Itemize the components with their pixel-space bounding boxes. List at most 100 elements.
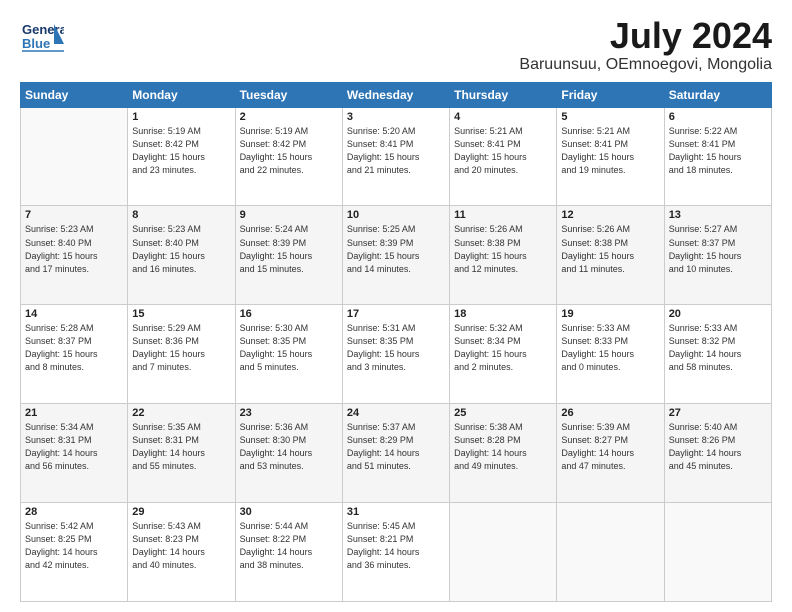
calendar-table: Sunday Monday Tuesday Wednesday Thursday… bbox=[20, 82, 772, 602]
day-number: 21 bbox=[25, 407, 123, 419]
calendar-week-row: 1Sunrise: 5:19 AMSunset: 8:42 PMDaylight… bbox=[21, 107, 772, 206]
day-number: 18 bbox=[454, 308, 552, 320]
col-tuesday: Tuesday bbox=[235, 82, 342, 107]
day-detail: Sunrise: 5:42 AMSunset: 8:25 PMDaylight:… bbox=[25, 520, 123, 572]
table-row: 14 Sunrise: 5:28 AMSunset: 8:37 PMDayligh… bbox=[21, 305, 128, 404]
table-row: 28Sunrise: 5:42 AMSunset: 8:25 PMDayligh… bbox=[21, 503, 128, 602]
day-number: 2 bbox=[240, 111, 338, 123]
subtitle: Baruunsuu, OEmnoegovi, Mongolia bbox=[519, 56, 772, 74]
table-row: 29Sunrise: 5:43 AMSunset: 8:23 PMDayligh… bbox=[128, 503, 235, 602]
day-number: 11 bbox=[454, 209, 552, 221]
day-detail: Sunrise: 5:37 AMSunset: 8:29 PMDaylight:… bbox=[347, 421, 445, 473]
day-number: 30 bbox=[240, 506, 338, 518]
table-row: 7 Sunrise: 5:23 AMSunset: 8:40 PMDaylight… bbox=[21, 206, 128, 305]
table-row: 10 Sunrise: 5:25 AMSunset: 8:39 PMDayligh… bbox=[342, 206, 449, 305]
calendar-week-row: 28Sunrise: 5:42 AMSunset: 8:25 PMDayligh… bbox=[21, 503, 772, 602]
day-number: 5 bbox=[561, 111, 659, 123]
day-detail: Sunrise: 5:20 AMSunset: 8:41 PMDaylight:… bbox=[347, 125, 445, 177]
table-row: 16 Sunrise: 5:30 AMSunset: 8:35 PMDayligh… bbox=[235, 305, 342, 404]
col-thursday: Thursday bbox=[450, 82, 557, 107]
table-row: 21 Sunrise: 5:34 AMSunset: 8:31 PMDayligh… bbox=[21, 404, 128, 503]
table-row: 30 Sunrise: 5:44 AMSunset: 8:22 PMDayligh… bbox=[235, 503, 342, 602]
title-section: July 2024 Baruunsuu, OEmnoegovi, Mongoli… bbox=[519, 16, 772, 74]
day-number: 22 bbox=[132, 407, 230, 419]
table-row: 3 Sunrise: 5:20 AMSunset: 8:41 PMDaylight… bbox=[342, 107, 449, 206]
logo-icon: General Blue bbox=[20, 16, 64, 60]
day-detail: Sunrise: 5:39 AMSunset: 8:27 PMDaylight:… bbox=[561, 421, 659, 473]
table-row: 2 Sunrise: 5:19 AMSunset: 8:42 PMDaylight… bbox=[235, 107, 342, 206]
table-row: 6Sunrise: 5:22 AMSunset: 8:41 PMDaylight… bbox=[664, 107, 771, 206]
day-detail: Sunrise: 5:22 AMSunset: 8:41 PMDaylight:… bbox=[669, 125, 767, 177]
table-row: 11Sunrise: 5:26 AMSunset: 8:38 PMDayligh… bbox=[450, 206, 557, 305]
table-row: 23Sunrise: 5:36 AMSunset: 8:30 PMDayligh… bbox=[235, 404, 342, 503]
table-row: 1Sunrise: 5:19 AMSunset: 8:42 PMDaylight… bbox=[128, 107, 235, 206]
day-detail: Sunrise: 5:29 AMSunset: 8:36 PMDaylight:… bbox=[132, 322, 230, 374]
table-row: 19 Sunrise: 5:33 AMSunset: 8:33 PMDayligh… bbox=[557, 305, 664, 404]
table-row: 17 Sunrise: 5:31 AMSunset: 8:35 PMDayligh… bbox=[342, 305, 449, 404]
day-number: 17 bbox=[347, 308, 445, 320]
day-detail: Sunrise: 5:34 AMSunset: 8:31 PMDaylight:… bbox=[25, 421, 123, 473]
calendar-week-row: 21 Sunrise: 5:34 AMSunset: 8:31 PMDayligh… bbox=[21, 404, 772, 503]
table-row bbox=[21, 107, 128, 206]
day-detail: Sunrise: 5:26 AMSunset: 8:38 PMDaylight:… bbox=[561, 223, 659, 275]
day-detail: Sunrise: 5:38 AMSunset: 8:28 PMDaylight:… bbox=[454, 421, 552, 473]
day-number: 8 bbox=[132, 209, 230, 221]
table-row bbox=[450, 503, 557, 602]
day-number: 7 bbox=[25, 209, 123, 221]
day-detail: Sunrise: 5:27 AMSunset: 8:37 PMDaylight:… bbox=[669, 223, 767, 275]
day-detail: Sunrise: 5:33 AMSunset: 8:32 PMDaylight:… bbox=[669, 322, 767, 374]
calendar-week-row: 7 Sunrise: 5:23 AMSunset: 8:40 PMDaylight… bbox=[21, 206, 772, 305]
day-number: 4 bbox=[454, 111, 552, 123]
day-number: 29 bbox=[132, 506, 230, 518]
day-number: 31 bbox=[347, 506, 445, 518]
day-number: 14 bbox=[25, 308, 123, 320]
day-number: 15 bbox=[132, 308, 230, 320]
day-number: 12 bbox=[561, 209, 659, 221]
day-detail: Sunrise: 5:21 AMSunset: 8:41 PMDaylight:… bbox=[454, 125, 552, 177]
day-number: 20 bbox=[669, 308, 767, 320]
table-row: 31 Sunrise: 5:45 AMSunset: 8:21 PMDayligh… bbox=[342, 503, 449, 602]
day-number: 16 bbox=[240, 308, 338, 320]
day-detail: Sunrise: 5:30 AMSunset: 8:35 PMDaylight:… bbox=[240, 322, 338, 374]
col-saturday: Saturday bbox=[664, 82, 771, 107]
day-detail: Sunrise: 5:44 AMSunset: 8:22 PMDaylight:… bbox=[240, 520, 338, 572]
day-number: 9 bbox=[240, 209, 338, 221]
calendar-week-row: 14 Sunrise: 5:28 AMSunset: 8:37 PMDayligh… bbox=[21, 305, 772, 404]
logo: General Blue bbox=[20, 16, 64, 60]
page: General Blue July 2024 Baruunsuu, OEmnoe… bbox=[0, 0, 792, 612]
day-detail: Sunrise: 5:21 AMSunset: 8:41 PMDaylight:… bbox=[561, 125, 659, 177]
table-row bbox=[664, 503, 771, 602]
day-number: 26 bbox=[561, 407, 659, 419]
day-detail: Sunrise: 5:19 AMSunset: 8:42 PMDaylight:… bbox=[240, 125, 338, 177]
day-detail: Sunrise: 5:28 AMSunset: 8:37 PMDaylight:… bbox=[25, 322, 123, 374]
day-detail: Sunrise: 5:25 AMSunset: 8:39 PMDaylight:… bbox=[347, 223, 445, 275]
svg-text:Blue: Blue bbox=[22, 36, 50, 51]
table-row: 4 Sunrise: 5:21 AMSunset: 8:41 PMDaylight… bbox=[450, 107, 557, 206]
col-wednesday: Wednesday bbox=[342, 82, 449, 107]
day-detail: Sunrise: 5:24 AMSunset: 8:39 PMDaylight:… bbox=[240, 223, 338, 275]
day-number: 13 bbox=[669, 209, 767, 221]
table-row: 26 Sunrise: 5:39 AMSunset: 8:27 PMDayligh… bbox=[557, 404, 664, 503]
table-row: 9 Sunrise: 5:24 AMSunset: 8:39 PMDaylight… bbox=[235, 206, 342, 305]
table-row: 22 Sunrise: 5:35 AMSunset: 8:31 PMDayligh… bbox=[128, 404, 235, 503]
day-number: 19 bbox=[561, 308, 659, 320]
day-detail: Sunrise: 5:32 AMSunset: 8:34 PMDaylight:… bbox=[454, 322, 552, 374]
day-detail: Sunrise: 5:23 AMSunset: 8:40 PMDaylight:… bbox=[25, 223, 123, 275]
day-number: 10 bbox=[347, 209, 445, 221]
table-row: 15 Sunrise: 5:29 AMSunset: 8:36 PMDayligh… bbox=[128, 305, 235, 404]
col-monday: Monday bbox=[128, 82, 235, 107]
day-detail: Sunrise: 5:33 AMSunset: 8:33 PMDaylight:… bbox=[561, 322, 659, 374]
table-row: 5 Sunrise: 5:21 AMSunset: 8:41 PMDaylight… bbox=[557, 107, 664, 206]
table-row: 24Sunrise: 5:37 AMSunset: 8:29 PMDayligh… bbox=[342, 404, 449, 503]
table-row: 27Sunrise: 5:40 AMSunset: 8:26 PMDayligh… bbox=[664, 404, 771, 503]
day-number: 3 bbox=[347, 111, 445, 123]
table-row: 13 Sunrise: 5:27 AMSunset: 8:37 PMDayligh… bbox=[664, 206, 771, 305]
day-detail: Sunrise: 5:35 AMSunset: 8:31 PMDaylight:… bbox=[132, 421, 230, 473]
day-detail: Sunrise: 5:19 AMSunset: 8:42 PMDaylight:… bbox=[132, 125, 230, 177]
header: General Blue July 2024 Baruunsuu, OEmnoe… bbox=[20, 16, 772, 74]
col-sunday: Sunday bbox=[21, 82, 128, 107]
day-number: 25 bbox=[454, 407, 552, 419]
day-detail: Sunrise: 5:36 AMSunset: 8:30 PMDaylight:… bbox=[240, 421, 338, 473]
day-detail: Sunrise: 5:45 AMSunset: 8:21 PMDaylight:… bbox=[347, 520, 445, 572]
day-detail: Sunrise: 5:31 AMSunset: 8:35 PMDaylight:… bbox=[347, 322, 445, 374]
